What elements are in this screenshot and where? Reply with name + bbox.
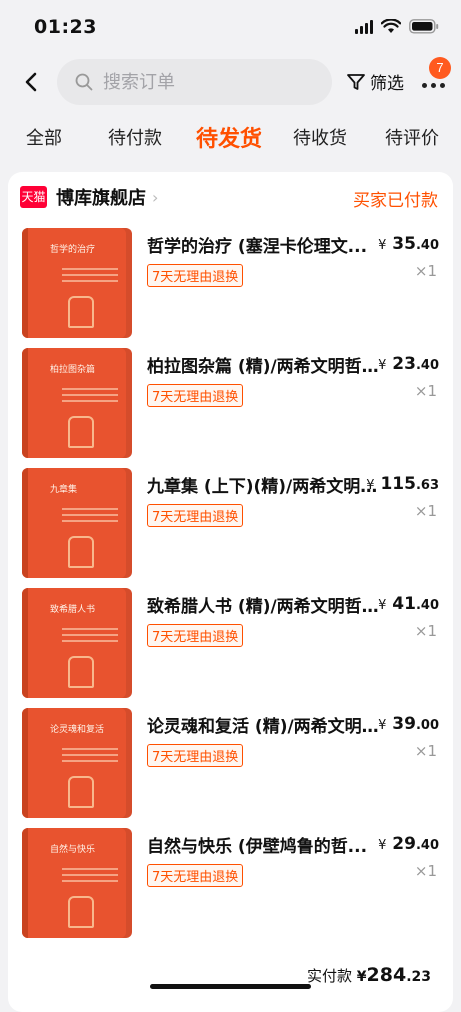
filter-icon <box>347 73 365 90</box>
total-amount-int: 284 <box>366 964 407 986</box>
product-image[interactable]: 自然与快乐 <box>22 828 132 938</box>
tab-pending-review[interactable]: 待评价 <box>385 124 439 150</box>
chevron-right-icon: › <box>152 187 159 207</box>
status-icons <box>355 19 439 34</box>
product-quantity: ×1 <box>414 262 437 280</box>
tmall-logo-icon: 天猫 <box>20 186 47 208</box>
order-tabs: 全部 待付款 待发货 待收货 待评价 <box>0 118 461 158</box>
product-title[interactable]: 致希腊人书 (精)/两希文明哲... <box>147 592 379 617</box>
product-image[interactable]: 九章集 <box>22 468 132 578</box>
shop-name: 博库旗舰店 <box>56 188 146 209</box>
search-input[interactable] <box>103 71 303 93</box>
total-amount-dec: .23 <box>406 969 431 985</box>
total-label: 实付款 <box>306 967 352 985</box>
product-image[interactable]: 哲学的治疗 <box>22 228 132 338</box>
order-item[interactable]: 论灵魂和复活 论灵魂和复活 (精)/两希文明... ¥ 39.00 7天无理由退… <box>8 708 453 820</box>
product-title[interactable]: 九章集 (上下)(精)/两希文明... <box>147 472 379 497</box>
more-dots-icon <box>422 83 445 88</box>
back-button[interactable] <box>18 68 46 96</box>
product-quantity: ×1 <box>414 622 437 640</box>
product-quantity: ×1 <box>414 862 437 880</box>
order-card: 天猫 博库旗舰店 › 买家已付款 哲学的治疗 哲学的治疗 (塞涅卡伦理文... … <box>8 172 453 1012</box>
product-price: ¥ 29.40 <box>378 834 439 854</box>
wifi-icon <box>381 19 401 34</box>
product-price: ¥ 35.40 <box>378 234 439 254</box>
return-policy-tag: 7天无理由退换 <box>147 264 244 287</box>
product-title[interactable]: 柏拉图杂篇 (精)/两希文明哲... <box>147 352 379 377</box>
cover-title: 论灵魂和复活 <box>50 725 105 735</box>
shop-header[interactable]: 天猫 博库旗舰店 › <box>20 184 158 210</box>
cover-title: 柏拉图杂篇 <box>50 365 96 375</box>
order-item[interactable]: 哲学的治疗 哲学的治疗 (塞涅卡伦理文... ¥ 35.40 7天无理由退换 ×… <box>8 228 453 340</box>
cover-title: 自然与快乐 <box>50 845 96 855</box>
product-image[interactable]: 致希腊人书 <box>22 588 132 698</box>
cover-title: 致希腊人书 <box>50 605 96 615</box>
back-arrow-icon <box>25 72 37 92</box>
product-quantity: ×1 <box>414 382 437 400</box>
battery-icon <box>409 19 439 34</box>
order-item[interactable]: 九章集 九章集 (上下)(精)/两希文明... ¥ 115.63 7天无理由退换… <box>8 468 453 580</box>
order-item[interactable]: 自然与快乐 自然与快乐 (伊壁鸠鲁的哲... ¥ 29.40 7天无理由退换 ×… <box>8 828 453 940</box>
product-image[interactable]: 柏拉图杂篇 <box>22 348 132 458</box>
product-price: ¥ 39.00 <box>378 714 439 734</box>
product-title[interactable]: 论灵魂和复活 (精)/两希文明... <box>147 712 379 737</box>
tab-all[interactable]: 全部 <box>26 124 62 150</box>
status-time: 01:23 <box>34 16 97 38</box>
search-icon <box>75 73 93 91</box>
cover-title: 九章集 <box>50 485 78 495</box>
product-quantity: ×1 <box>414 502 437 520</box>
cellular-signal-icon <box>355 19 373 34</box>
total-currency: ¥ <box>356 969 367 985</box>
cover-title: 哲学的治疗 <box>50 245 96 255</box>
tab-pending-payment[interactable]: 待付款 <box>108 124 162 150</box>
more-menu-button[interactable]: 7 <box>420 57 451 94</box>
filter-button[interactable]: 筛选 <box>346 69 404 94</box>
home-indicator[interactable] <box>150 984 311 989</box>
product-title[interactable]: 哲学的治疗 (塞涅卡伦理文... <box>147 232 379 257</box>
product-title[interactable]: 自然与快乐 (伊壁鸠鲁的哲... <box>147 832 379 857</box>
product-quantity: ×1 <box>414 742 437 760</box>
product-price: ¥ 41.40 <box>378 594 439 614</box>
order-total: 实付款 ¥284.23 <box>307 964 431 986</box>
return-policy-tag: 7天无理由退换 <box>147 384 244 407</box>
return-policy-tag: 7天无理由退换 <box>147 744 244 767</box>
product-price: ¥ 115.63 <box>366 474 439 494</box>
product-image[interactable]: 论灵魂和复活 <box>22 708 132 818</box>
product-price: ¥ 23.40 <box>378 354 439 374</box>
search-bar[interactable] <box>57 59 332 105</box>
return-policy-tag: 7天无理由退换 <box>147 624 244 647</box>
notification-badge: 7 <box>429 57 451 79</box>
return-policy-tag: 7天无理由退换 <box>147 864 244 887</box>
header: 筛选 7 <box>0 56 461 112</box>
order-item[interactable]: 柏拉图杂篇 柏拉图杂篇 (精)/两希文明哲... ¥ 23.40 7天无理由退换… <box>8 348 453 460</box>
order-item[interactable]: 致希腊人书 致希腊人书 (精)/两希文明哲... ¥ 41.40 7天无理由退换… <box>8 588 453 700</box>
filter-label: 筛选 <box>370 74 404 94</box>
order-status: 买家已付款 <box>353 191 438 211</box>
status-bar: 01:23 <box>0 0 461 56</box>
tab-pending-receipt[interactable]: 待收货 <box>293 124 347 150</box>
tab-pending-shipment[interactable]: 待发货 <box>196 121 262 153</box>
return-policy-tag: 7天无理由退换 <box>147 504 244 527</box>
